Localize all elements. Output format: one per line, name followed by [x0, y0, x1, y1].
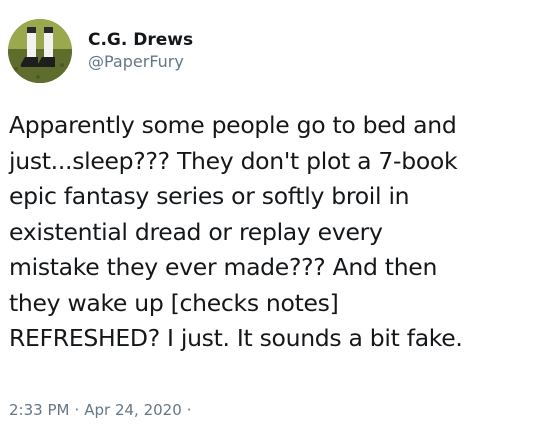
tweet-text-line: Apparently some people go to bed and — [9, 111, 457, 139]
tweet-text-line: just...sleep??? They don't plot a 7-book — [9, 146, 458, 175]
tweet-date-link[interactable]: Apr 24, 2020 — [84, 401, 182, 419]
tweet-text-line: existential dread or replay every — [9, 217, 383, 246]
meta-separator: · — [74, 401, 80, 419]
tweet-meta: 2:33 PM · Apr 24, 2020 · — [9, 400, 197, 420]
profile-photo-icon[interactable] — [8, 19, 72, 83]
tweet-card: C.G. Drews @PaperFury Apparently some pe… — [0, 0, 540, 426]
author-handle[interactable]: @PaperFury — [88, 51, 193, 73]
tweet-text: Apparently some people go to bed and jus… — [9, 108, 533, 357]
tweet-time-link[interactable]: 2:33 PM — [9, 401, 69, 419]
tweet-text-line: they wake up [checks notes] — [9, 288, 339, 317]
tweet-text-line: REFRESHED? I just. It sounds a bit fake. — [9, 324, 463, 352]
tweet-text-line: epic fantasy series or softly broil in — [9, 182, 410, 210]
author-names: C.G. Drews @PaperFury — [88, 29, 193, 73]
author-display-name[interactable]: C.G. Drews — [88, 29, 193, 51]
tweet-header: C.G. Drews @PaperFury — [8, 18, 193, 84]
meta-separator: · — [186, 401, 192, 419]
tweet-text-line: mistake they ever made??? And then — [9, 253, 438, 281]
